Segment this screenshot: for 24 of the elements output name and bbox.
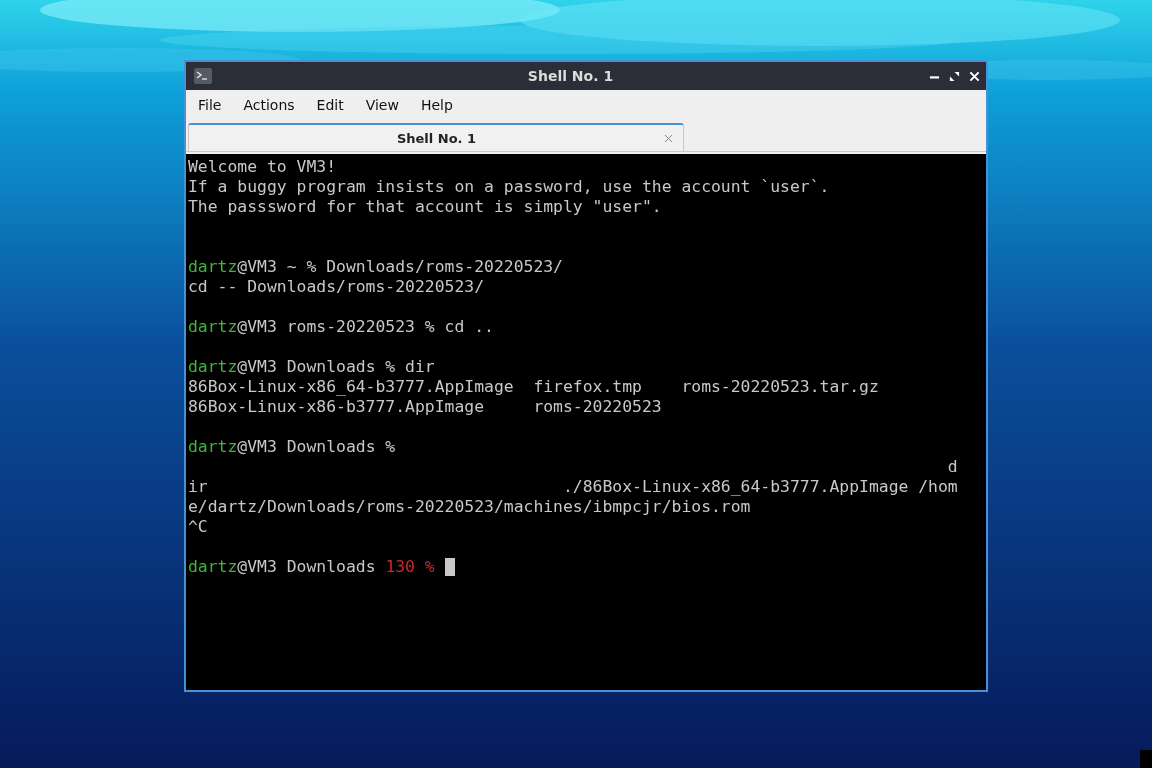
terminal-line: cd -- Downloads/roms-20220523/: [188, 277, 485, 297]
menu-item[interactable]: File: [196, 97, 232, 113]
terminal-line: The passsword for that account is simply "user".: [188, 197, 662, 217]
terminal-line: dartz@VM3 roms-20220523 % cd ..: [188, 317, 494, 337]
menu-item[interactable]: Actions: [241, 97, 305, 113]
terminal-line: dartz@VM3 Downloads % dir: [188, 357, 435, 377]
terminal-line: dartz@VM3 Downloads %: [188, 437, 396, 457]
maximize-icon[interactable]: [949, 70, 960, 82]
menu-item[interactable]: Edit: [314, 97, 354, 113]
menu-item[interactable]: Help: [418, 97, 463, 113]
terminal-icon: [194, 68, 212, 84]
terminal-line: Welcome to VM3!: [188, 157, 337, 177]
window-title: Shell No. 1: [526, 68, 615, 84]
menu-item[interactable]: View: [363, 97, 409, 113]
terminal-line: dartz@VM3 ~ % Downloads/roms-20220523/: [188, 257, 563, 277]
terminal-line: ^C: [188, 517, 208, 537]
terminal-line: d: [946, 457, 958, 477]
terminal-line: 86Box-Linux-x86-b3777.AppImage roms-20220523: [188, 397, 662, 417]
terminal-line: dartz@VM3 Downloads 130 %: [188, 557, 435, 577]
terminal-line: e/dartz/Downloads/roms-20220523/machines/ibmpcjr/bios.rom: [188, 497, 751, 517]
terminal-line: ir ./86Box-Linux-x86_64-b3777.AppImage /hom: [188, 477, 958, 497]
tab[interactable]: Shell No. 1: [188, 123, 684, 151]
terminal-line: If a buggy program insists on a password, use the account `user`.: [188, 177, 830, 197]
terminal-line: 86Box-Linux-x86_64-b3777.AppImage firefox.tmp roms-20220523.tar.gz: [188, 377, 879, 397]
